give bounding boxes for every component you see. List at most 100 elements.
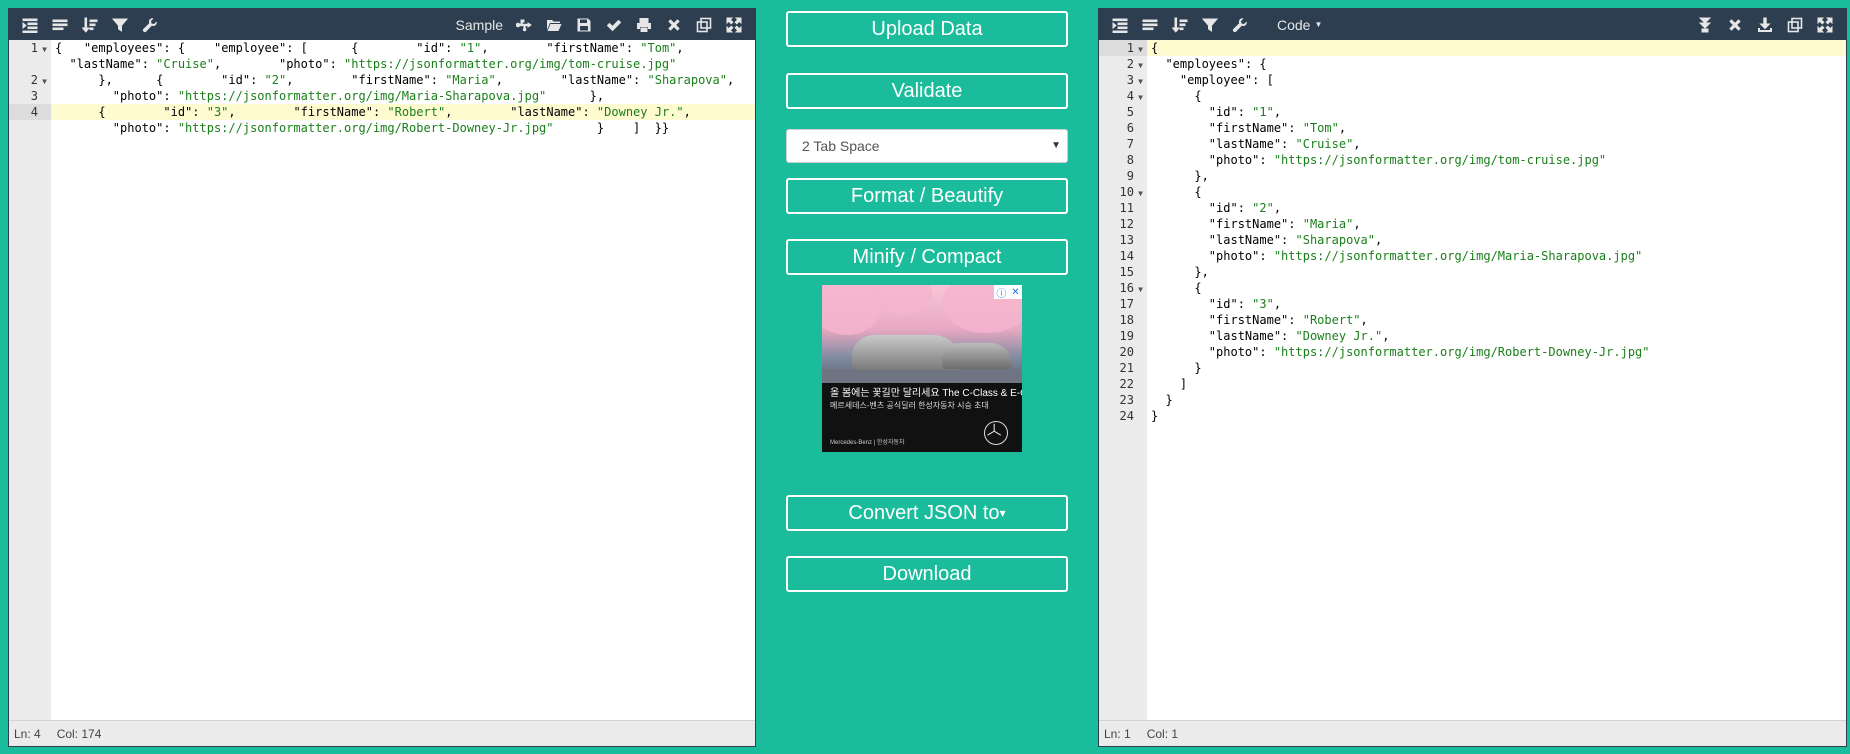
clear-icon[interactable] [1720, 9, 1750, 40]
filter-icon[interactable] [1195, 9, 1225, 40]
output-status-bar: Ln: 1 Col: 1 [1099, 720, 1846, 746]
code-line: { "id": "3", "firstName": "Robert", "las… [51, 104, 755, 120]
compact-icon[interactable] [1135, 9, 1165, 40]
tab-space-select[interactable]: 2 Tab Space ▼ [786, 129, 1068, 163]
code-line: "lastName": "Sharapova", [1208, 233, 1383, 247]
input-editor[interactable]: 1 ▼ 2 ▼ 3 4 { "employees": { "employee": [ { … [9, 40, 755, 720]
line-number: 17 [1099, 296, 1147, 312]
check-icon[interactable] [599, 9, 629, 40]
filter-icon[interactable] [105, 9, 135, 40]
line-number-text: 16 [1119, 281, 1134, 295]
line-number: 1 ▼ [9, 40, 51, 56]
line-number: 4 ▼ [1099, 88, 1147, 104]
code-line: ] [1151, 377, 1188, 391]
code-line: "lastName": "Cruise", "photo": "https://… [69, 57, 677, 71]
line-number-text: 4 [1126, 89, 1134, 103]
copy-icon[interactable] [689, 9, 719, 40]
ad-photo [822, 285, 1022, 383]
code-line: "employees": { [1165, 57, 1267, 71]
fullscreen-icon[interactable] [719, 9, 749, 40]
line-number: 2 ▼ [9, 72, 51, 88]
line-number-text: 18 [1119, 313, 1134, 327]
line-number: 20 [1099, 344, 1147, 360]
line-number-text: 24 [1119, 409, 1134, 423]
format-beautify-button[interactable]: Format / Beautify [786, 178, 1068, 214]
line-number-text: 21 [1119, 361, 1134, 375]
wrench-icon[interactable] [1225, 9, 1255, 40]
line-number-text: 5 [1126, 105, 1134, 119]
code-line: } [1151, 361, 1202, 375]
line-number: 6 [1099, 120, 1147, 136]
code-line: { [1151, 89, 1202, 103]
code-line: "photo": "https://jsonformatter.org/img/… [112, 121, 670, 135]
clear-icon[interactable] [659, 9, 689, 40]
line-number-text: 6 [1126, 121, 1134, 135]
ad-brand: Mercedes-Benz | 한성자동차 [830, 440, 905, 446]
caret-down-icon: ▼ [1314, 20, 1323, 29]
code-line: { "employees": { "employee": [ { "id": "… [55, 41, 684, 55]
line-number-text: 3 [1126, 73, 1134, 87]
indent-icon[interactable] [15, 9, 45, 40]
code-line: "firstName": "Tom", [1208, 121, 1347, 135]
line-number-text: 8 [1126, 153, 1134, 167]
sample-label: Sample [455, 16, 503, 33]
line-number: 8 [1099, 152, 1147, 168]
indent-icon[interactable] [1105, 9, 1135, 40]
line-number-text: 7 [1126, 137, 1134, 151]
line-number: 13 [1099, 232, 1147, 248]
line-number: 14 [1099, 248, 1147, 264]
convert-json-label: Convert JSON to [848, 501, 1000, 524]
output-code-area[interactable]: { "employees": { "employee": [ { "id": "… [1147, 40, 1846, 720]
line-number-text: 14 [1119, 249, 1134, 263]
line-number: 2 ▼ [1099, 56, 1147, 72]
input-toolbar: Sample [9, 9, 755, 40]
validate-button[interactable]: Validate [786, 73, 1068, 109]
line-number [9, 56, 51, 72]
sort-icon[interactable] [1165, 9, 1195, 40]
minify-compact-button[interactable]: Minify / Compact [786, 239, 1068, 275]
fullscreen-icon[interactable] [1810, 9, 1840, 40]
code-line: "firstName": "Maria", [1208, 217, 1361, 231]
code-line: { [1151, 281, 1202, 295]
folder-open-icon[interactable] [539, 9, 569, 40]
code-line: { [1147, 40, 1846, 56]
download-button[interactable]: Download [786, 556, 1068, 592]
advertisement[interactable]: ⓘ✕ 올 봄에는 꽃길만 달리세요 The C-Class & E-Class … [822, 285, 1022, 452]
line-number-text: 20 [1119, 345, 1134, 359]
line-number: 15 [1099, 264, 1147, 280]
code-line: }, { "id": "2", "firstName": "Maria", "l… [55, 73, 735, 87]
code-mode-dropdown[interactable]: Code ▼ [1271, 17, 1328, 33]
wrench-icon[interactable] [135, 9, 165, 40]
line-number-text: 22 [1119, 377, 1134, 391]
line-number-text: 23 [1119, 393, 1134, 407]
convert-json-button[interactable]: Convert JSON to ▾ [786, 495, 1068, 531]
input-code-area[interactable]: { "employees": { "employee": [ { "id": "… [51, 40, 755, 720]
line-number-text: 15 [1119, 265, 1134, 279]
output-line-status: Ln: 1 [1104, 726, 1131, 741]
sample-button[interactable]: Sample [450, 17, 509, 33]
output-editor[interactable]: 1 ▼ 2 ▼ 3 ▼ 4 ▼ 5 6 7 8 9 10 ▼ 11 12 13 14 15 16 ▼ 17 18 19 20 21 2… [1099, 40, 1846, 720]
copy-icon[interactable] [1780, 9, 1810, 40]
code-mode-label: Code [1277, 16, 1311, 33]
line-number-text: 2 [1126, 57, 1134, 71]
ad-choices-icon[interactable]: ⓘ ✕ [994, 285, 1022, 300]
upload-data-button[interactable]: Upload Data [786, 11, 1068, 47]
line-number-text: 3 [30, 89, 38, 103]
download-icon[interactable] [1750, 9, 1780, 40]
line-number: 12 [1099, 216, 1147, 232]
line-number: 16 ▼ [1099, 280, 1147, 296]
sort-icon[interactable] [75, 9, 105, 40]
line-number: 9 [1099, 168, 1147, 184]
line-number-text: 1 [1126, 41, 1134, 55]
collapse-all-icon[interactable] [1690, 9, 1720, 40]
line-number: 11 [1099, 200, 1147, 216]
line-number-text: 9 [1126, 169, 1134, 183]
line-number-text: 17 [1119, 297, 1134, 311]
print-icon[interactable] [629, 9, 659, 40]
save-icon[interactable] [569, 9, 599, 40]
code-line: "firstName": "Robert", [1208, 313, 1368, 327]
compact-icon[interactable] [45, 9, 75, 40]
usb-icon[interactable] [509, 9, 539, 40]
line-number: 10 ▼ [1099, 184, 1147, 200]
line-number: 7 [1099, 136, 1147, 152]
